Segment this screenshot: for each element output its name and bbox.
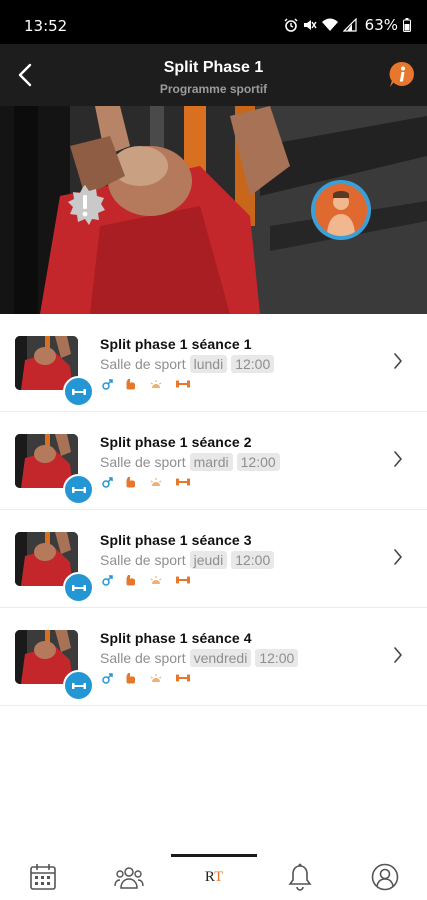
- nav-notifications[interactable]: [285, 862, 315, 892]
- alert-badge-icon[interactable]: [63, 183, 107, 227]
- session-location: Salle de sport: [100, 454, 186, 470]
- wifi-icon: [321, 18, 338, 31]
- coach-avatar[interactable]: [311, 180, 371, 240]
- session-title: Split phase 1 séance 1: [100, 336, 252, 352]
- info-icon: [389, 61, 414, 87]
- sun-icon: [149, 673, 163, 683]
- male-icon: [102, 476, 113, 488]
- session-time-tag: 12:00: [231, 551, 275, 569]
- bicep-icon: [125, 672, 137, 684]
- status-bar: 13:52 63%: [0, 0, 427, 44]
- dumbbell-icon: [71, 682, 86, 689]
- page-subtitle: Programme sportif: [159, 82, 268, 96]
- dumbbell-icon: [175, 477, 191, 487]
- session-location: Salle de sport: [100, 650, 186, 666]
- session-row[interactable]: Split phase 1 séance 2 Salle de sport ma…: [0, 412, 427, 510]
- status-time: 13:52: [24, 17, 68, 35]
- session-icons: [102, 672, 191, 684]
- session-meta: Salle de sport vendredi 12:00: [100, 649, 299, 667]
- session-location: Salle de sport: [100, 356, 186, 372]
- session-title: Split phase 1 séance 4: [100, 630, 252, 646]
- session-time-tag: 12:00: [255, 649, 299, 667]
- page-title: Split Phase 1: [163, 59, 264, 76]
- dumbbell-badge: [63, 474, 94, 505]
- dumbbell-badge: [63, 670, 94, 701]
- signal-icon: [342, 18, 357, 32]
- program-hero-image: [0, 106, 427, 314]
- session-time-tag: 12:00: [231, 355, 275, 373]
- session-time-tag: 12:00: [236, 453, 280, 471]
- session-row[interactable]: Split phase 1 séance 3 Salle de sport je…: [0, 510, 427, 608]
- profile-icon: [371, 863, 399, 891]
- mute-icon: [303, 20, 317, 30]
- bicep-icon: [125, 476, 137, 488]
- dumbbell-icon: [175, 673, 191, 683]
- session-meta: Salle de sport lundi 12:00: [100, 355, 275, 373]
- session-meta: Salle de sport jeudi 12:00: [100, 551, 275, 569]
- session-icons: [102, 476, 191, 488]
- app-header: Split Phase 1 Programme sportif: [0, 44, 427, 106]
- sun-icon: [149, 477, 163, 487]
- nav-active-indicator: [171, 854, 257, 857]
- session-title: Split phase 1 séance 3: [100, 532, 252, 548]
- nav-rt[interactable]: RT: [199, 862, 229, 892]
- session-title: Split phase 1 séance 2: [100, 434, 252, 450]
- nav-profile[interactable]: [370, 862, 400, 892]
- chevron-right-icon: [393, 352, 403, 375]
- session-day-tag: vendredi: [189, 649, 252, 667]
- dumbbell-icon: [71, 584, 86, 591]
- session-day-tag: mardi: [189, 453, 233, 471]
- info-button[interactable]: [387, 60, 417, 90]
- session-meta: Salle de sport mardi 12:00: [100, 453, 280, 471]
- dumbbell-icon: [71, 486, 86, 493]
- session-day-tag: jeudi: [189, 551, 228, 569]
- chevron-right-icon: [393, 548, 403, 571]
- session-day-tag: lundi: [189, 355, 228, 373]
- nav-community[interactable]: [114, 862, 144, 892]
- battery-icon: [403, 18, 411, 32]
- dumbbell-badge: [63, 376, 94, 407]
- sun-icon: [149, 575, 163, 585]
- session-row[interactable]: Split phase 1 séance 1 Salle de sport lu…: [0, 314, 427, 412]
- dumbbell-icon: [175, 379, 191, 389]
- male-icon: [102, 574, 113, 586]
- sun-icon: [149, 379, 163, 389]
- dumbbell-badge: [63, 572, 94, 603]
- male-icon: [102, 672, 113, 684]
- battery-percent: 63%: [364, 16, 398, 34]
- calendar-icon: [30, 864, 56, 890]
- coach-photo: [315, 184, 367, 236]
- chevron-right-icon: [393, 450, 403, 473]
- dumbbell-icon: [71, 388, 86, 395]
- session-location: Salle de sport: [100, 552, 186, 568]
- session-icons: [102, 378, 191, 390]
- bicep-icon: [125, 378, 137, 390]
- dumbbell-icon: [175, 575, 191, 585]
- male-icon: [102, 378, 113, 390]
- session-icons: [102, 574, 191, 586]
- chevron-right-icon: [393, 646, 403, 669]
- nav-calendar[interactable]: [28, 862, 58, 892]
- bell-icon: [288, 863, 312, 891]
- status-icons: 63%: [284, 16, 411, 34]
- community-icon: [114, 867, 144, 889]
- session-row[interactable]: Split phase 1 séance 4 Salle de sport ve…: [0, 608, 427, 706]
- rt-logo: RT: [204, 868, 224, 885]
- alarm-icon: [284, 18, 298, 32]
- bicep-icon: [125, 574, 137, 586]
- session-list: Split phase 1 séance 1 Salle de sport lu…: [0, 314, 427, 706]
